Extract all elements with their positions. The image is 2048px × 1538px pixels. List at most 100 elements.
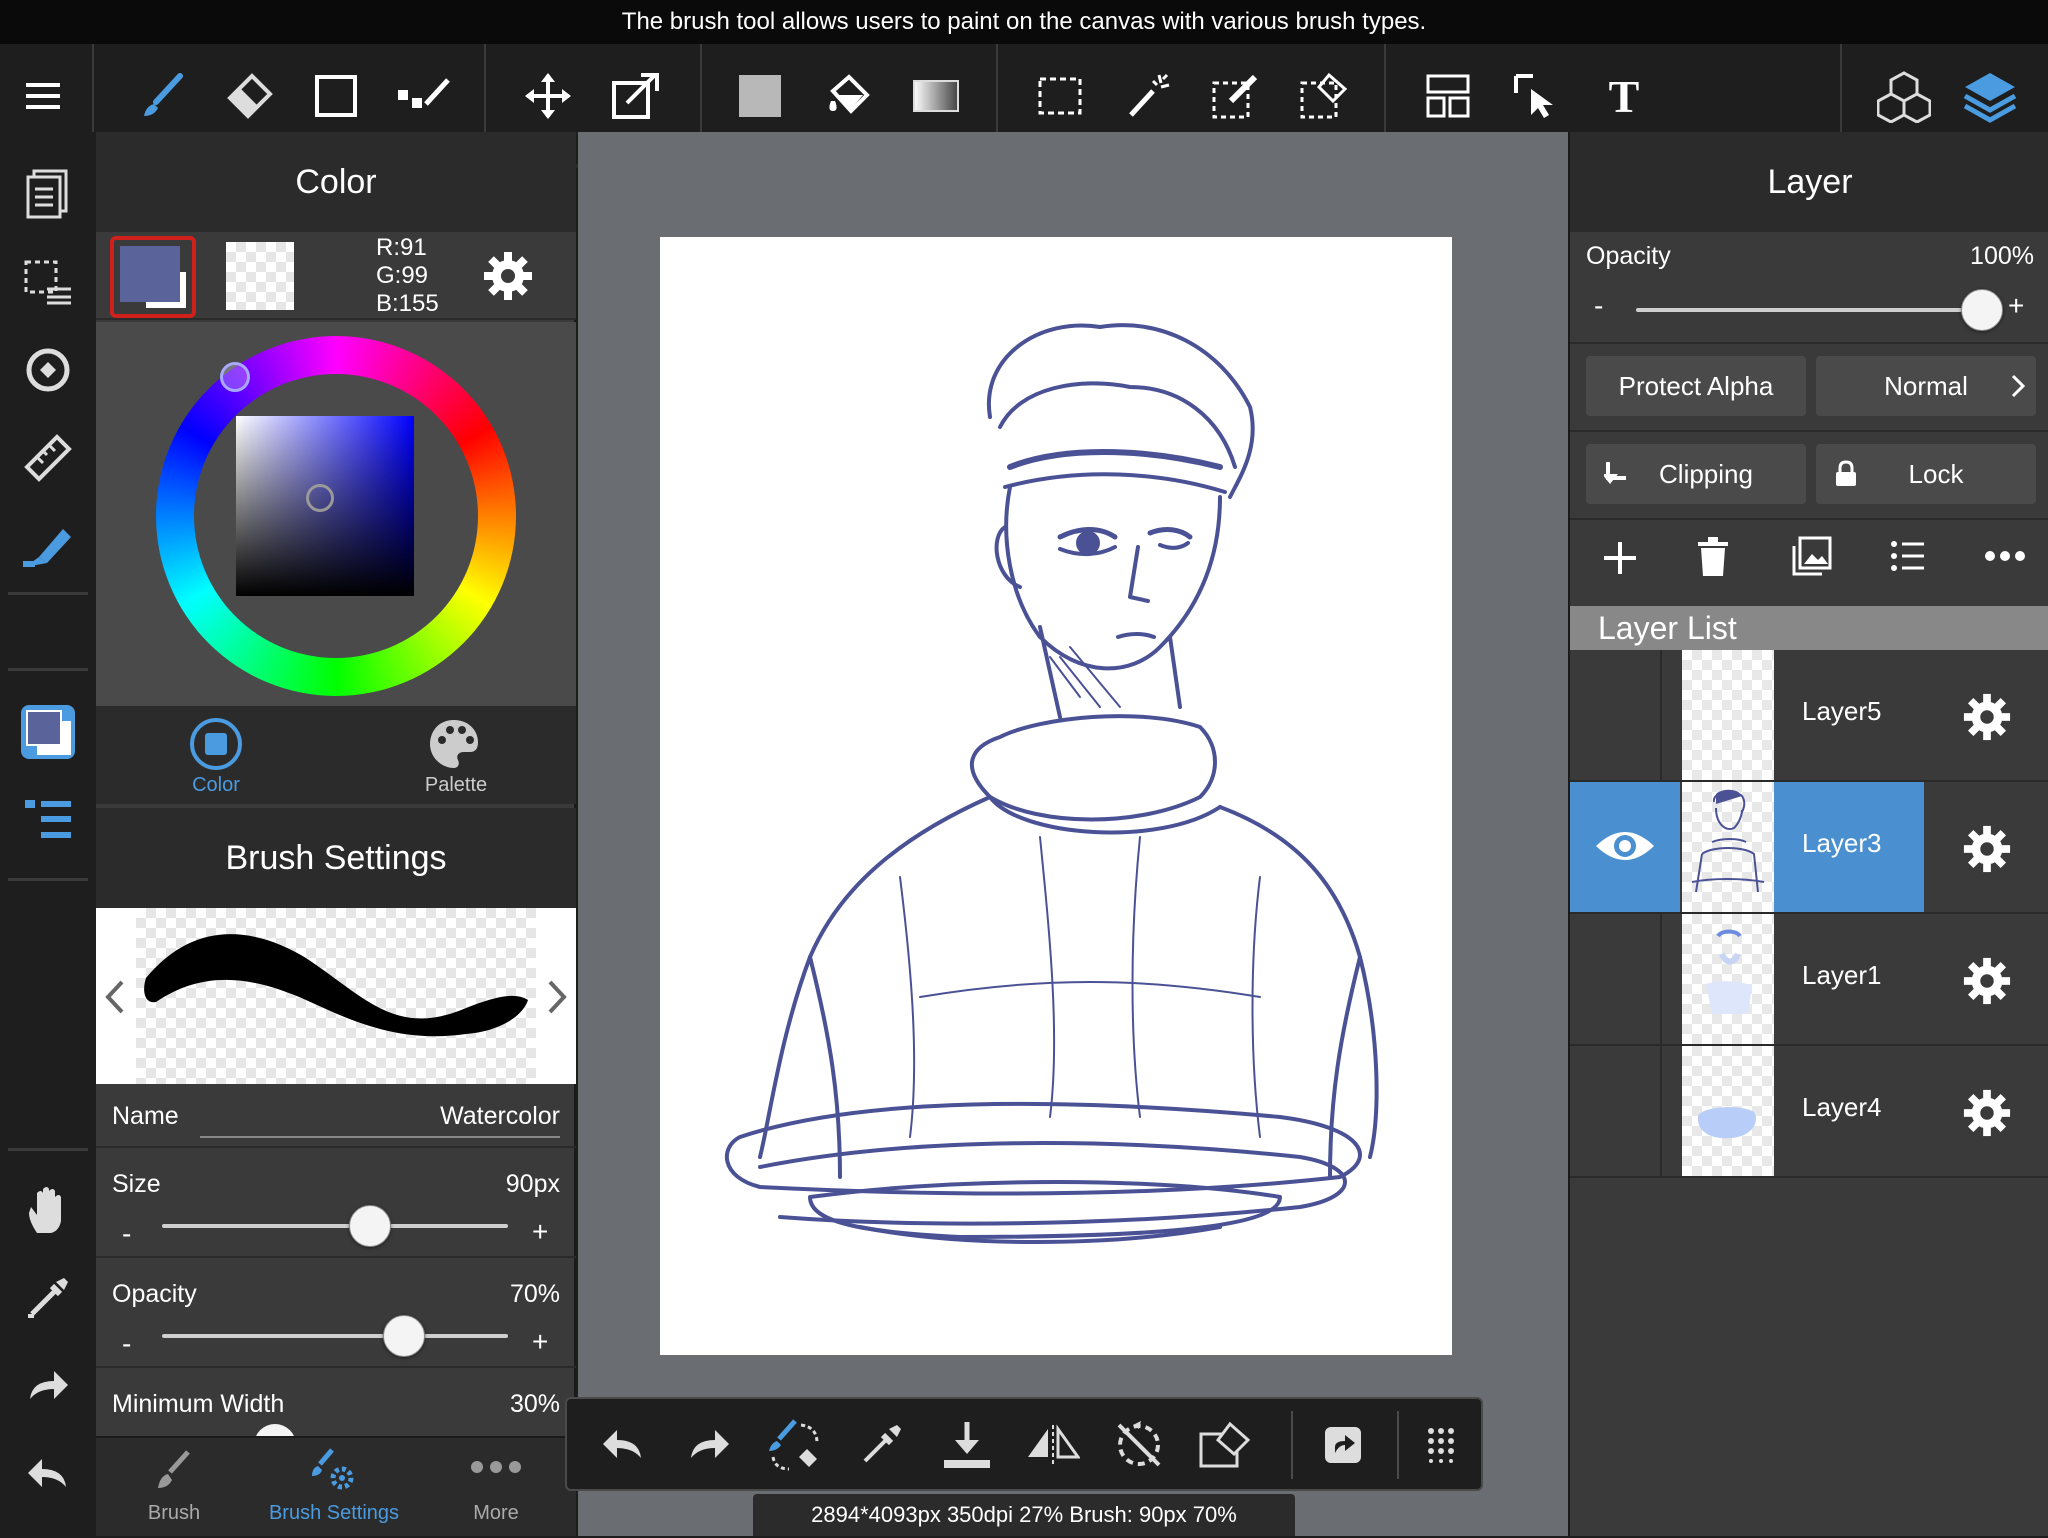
3d-model-icon[interactable] — [1866, 58, 1942, 134]
add-layer-icon[interactable] — [1600, 538, 1640, 578]
right-panel: Layer Opacity 100% - + Protect Alpha Nor… — [1568, 132, 2048, 1536]
select-rect-icon[interactable] — [1022, 58, 1098, 134]
current-color-icon[interactable] — [10, 694, 86, 770]
brush-opacity-value: 70% — [509, 1280, 560, 1308]
layers-icon[interactable] — [1952, 58, 2028, 134]
layer-settings-gear-icon[interactable] — [1962, 956, 2012, 1006]
brush-size-knob[interactable] — [348, 1205, 391, 1247]
quick-action-bar — [565, 1397, 1483, 1491]
layer-settings-gear-icon[interactable] — [1962, 692, 2012, 742]
share-button[interactable] — [1307, 1409, 1379, 1481]
blend-mode-button[interactable]: Normal — [1816, 356, 2036, 416]
clipping-button[interactable]: Clipping — [1586, 444, 1806, 504]
brush-opacity-knob[interactable] — [383, 1315, 426, 1357]
sub-color-swatch[interactable] — [226, 242, 294, 310]
color-swatch-row: R:91 G:99 B:155 — [96, 232, 576, 320]
layer-row-layer5[interactable]: Layer5 — [1570, 650, 2048, 782]
shape-icon[interactable] — [298, 58, 374, 134]
tab-brush[interactable]: Brush — [96, 1438, 252, 1538]
gradient-icon[interactable] — [898, 58, 974, 134]
visibility-toggle[interactable] — [1570, 650, 1662, 780]
save-button[interactable] — [931, 1409, 1003, 1481]
main-color-swatch[interactable] — [110, 236, 196, 318]
protect-alpha-button[interactable]: Protect Alpha — [1586, 356, 1806, 416]
pen-snap-icon[interactable] — [10, 508, 86, 584]
layer-image-icon[interactable] — [1792, 536, 1832, 576]
drawing-canvas[interactable] — [660, 237, 1452, 1355]
layer-settings-gear-icon[interactable] — [1962, 824, 2012, 874]
brush-opacity-slider[interactable] — [162, 1334, 508, 1338]
tab-more[interactable]: More — [416, 1438, 576, 1538]
flip-horizontal-icon — [1028, 1424, 1080, 1465]
brush-next-button[interactable] — [536, 908, 576, 1084]
tab-palette-label: Palette — [424, 774, 488, 796]
tab-palette[interactable]: Palette — [336, 706, 576, 804]
layer-opacity-minus[interactable]: - — [1594, 290, 1603, 322]
brush-size-slider[interactable] — [162, 1224, 508, 1228]
pages-icon[interactable] — [10, 156, 86, 232]
visibility-toggle[interactable] — [1570, 914, 1662, 1044]
text-icon[interactable]: T — [1586, 58, 1662, 134]
fill-color-icon[interactable] — [722, 58, 798, 134]
ruler-icon[interactable] — [10, 420, 86, 496]
layer-row-layer1[interactable]: Layer1 — [1570, 914, 2048, 1046]
color-settings-gear-icon[interactable] — [482, 250, 534, 302]
brush-name-value[interactable]: Watercolor — [296, 1102, 560, 1131]
menu-icon[interactable] — [6, 58, 82, 134]
undo-icon — [603, 1430, 641, 1458]
undo-button[interactable] — [587, 1409, 659, 1481]
move-icon[interactable] — [510, 58, 586, 134]
flip-button[interactable] — [1017, 1409, 1089, 1481]
layer-thumbnail — [1682, 650, 1774, 780]
visibility-toggle[interactable] — [1570, 782, 1680, 912]
layer-opacity-knob[interactable] — [1961, 289, 2003, 331]
selection-layer-icon[interactable] — [10, 244, 86, 320]
brush-icon[interactable] — [124, 58, 200, 134]
eyedropper-button[interactable] — [845, 1409, 917, 1481]
grid-handle-button[interactable] — [1405, 1409, 1477, 1481]
brush-prev-button[interactable] — [96, 908, 136, 1084]
layer-row-layer4[interactable]: Layer4 — [1570, 1046, 2048, 1178]
brush-opacity-plus[interactable]: + — [532, 1326, 548, 1358]
brush-swap-icon — [769, 1419, 819, 1471]
brush-opacity-minus[interactable]: - — [122, 1328, 131, 1360]
layer-name: Layer4 — [1802, 1092, 1882, 1122]
redo-button[interactable] — [673, 1409, 745, 1481]
frame-divider-icon[interactable] — [1410, 58, 1486, 134]
tab-brush-settings[interactable]: Brush Settings — [252, 1438, 416, 1538]
eraser-icon[interactable] — [210, 58, 286, 134]
delete-layer-icon[interactable] — [1696, 536, 1730, 578]
bucket-icon[interactable] — [810, 58, 886, 134]
layer-panel-title: Layer — [1570, 132, 2048, 232]
brush-eraser-swap-button[interactable] — [759, 1409, 831, 1481]
magic-wand-icon[interactable] — [1110, 58, 1186, 134]
eyedropper-icon[interactable] — [10, 1260, 86, 1336]
brush-size-minus[interactable]: - — [122, 1218, 131, 1250]
layer-list-icon[interactable] — [10, 782, 86, 858]
redo-icon[interactable] — [10, 1348, 86, 1424]
reset-rotation-button[interactable] — [1103, 1409, 1175, 1481]
sv-picker-handle[interactable] — [306, 484, 334, 512]
transform-icon[interactable] — [598, 58, 674, 134]
select-eraser-icon[interactable] — [1286, 58, 1362, 134]
hand-icon[interactable] — [10, 1172, 86, 1248]
rotate-canvas-icon[interactable] — [10, 332, 86, 408]
brush-opacity-label: Opacity — [112, 1280, 197, 1308]
layer-settings-gear-icon[interactable] — [1962, 1088, 2012, 1138]
operation-icon[interactable] — [1498, 58, 1574, 134]
layer-row-layer3[interactable]: Layer3 — [1570, 782, 2048, 914]
dot-icon[interactable] — [386, 58, 462, 134]
lock-button[interactable]: Lock — [1816, 444, 2036, 504]
brush-min-width-knob[interactable] — [254, 1424, 296, 1436]
brush-size-plus[interactable]: + — [532, 1216, 548, 1248]
visibility-toggle[interactable] — [1570, 1046, 1662, 1176]
undo-icon[interactable] — [10, 1436, 86, 1512]
layer-opacity-slider[interactable] — [1636, 308, 1982, 312]
layer-list-menu-icon[interactable] — [1890, 540, 1926, 572]
clear-button[interactable] — [1189, 1409, 1261, 1481]
layer-opacity-plus[interactable]: + — [2008, 290, 2024, 322]
layer-more-icon[interactable] — [1984, 550, 2026, 562]
tab-color[interactable]: Color — [96, 706, 336, 804]
hue-picker-handle[interactable] — [220, 362, 250, 392]
select-pen-icon[interactable] — [1198, 58, 1274, 134]
